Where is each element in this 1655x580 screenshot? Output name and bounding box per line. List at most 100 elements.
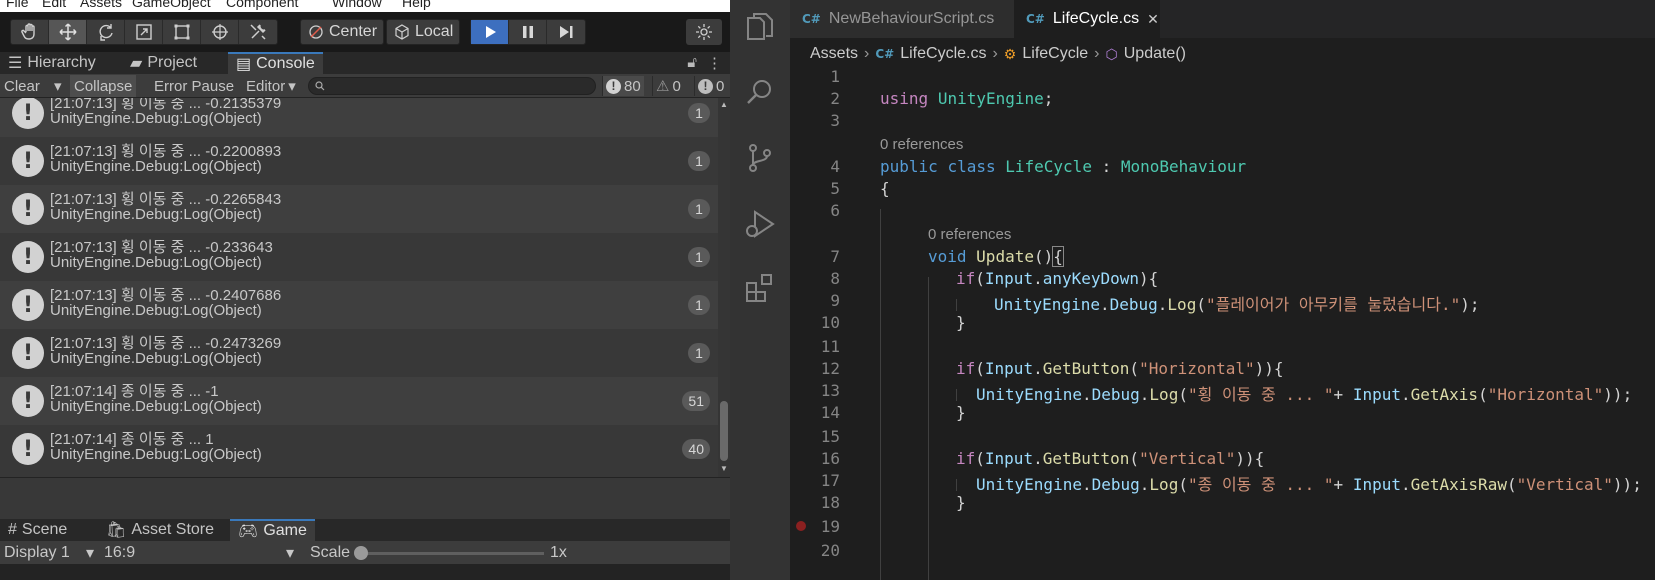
game-view[interactable] <box>0 565 730 580</box>
menu-assets[interactable]: Assets <box>80 0 122 10</box>
pivot-space-toggle[interactable]: Local <box>386 19 461 45</box>
scrollbar-thumb[interactable] <box>720 401 728 461</box>
source-control-button[interactable] <box>740 138 780 178</box>
space-label: Local <box>415 23 454 40</box>
hand-tool-button[interactable] <box>11 20 49 44</box>
breadcrumb-method[interactable]: Update() <box>1124 45 1186 63</box>
breadcrumb-assets[interactable]: Assets <box>810 45 858 63</box>
console-detail-pane <box>0 477 730 517</box>
list-item[interactable]: ! [21:07:13] 횡 이동 중 ... -0.2200893 Unity… <box>0 137 718 185</box>
move-tool-button[interactable] <box>49 20 87 44</box>
editor-dropdown[interactable]: Editor ▾ <box>242 75 300 97</box>
scroll-down-icon[interactable]: ▼ <box>720 464 728 473</box>
tab-project[interactable]: ▰ Project <box>122 52 205 74</box>
warning-count-toggle[interactable]: ⚠ 0 <box>652 76 684 96</box>
breadcrumb-file[interactable]: LifeCycle.cs <box>900 45 986 63</box>
list-item[interactable]: ! [21:07:13] 횡 이동 중 ... -0.2473269 Unity… <box>0 329 718 377</box>
display-select[interactable]: Display 1 ▾ <box>0 542 98 564</box>
playmode-controls <box>470 19 586 45</box>
menu-file[interactable]: File <box>6 0 29 10</box>
scale-slider-track[interactable] <box>358 552 544 555</box>
explorer-button[interactable] <box>740 6 780 46</box>
collapse-toggle[interactable]: Collapse <box>70 75 137 97</box>
tab-hierarchy[interactable]: ☰ Hierarchy <box>0 52 104 74</box>
list-item[interactable]: ! [21:07:14] 종 이동 중 ... -1 UnityEngine.D… <box>0 377 718 425</box>
menu-edit[interactable]: Edit <box>42 0 66 10</box>
indent-guide <box>880 209 881 580</box>
clear-options-dropdown[interactable]: ▾ <box>50 75 66 97</box>
log-count-toggle[interactable]: ! 80 <box>602 76 644 96</box>
rotate-tool-button[interactable] <box>87 20 125 44</box>
close-icon[interactable]: ✕ <box>1147 11 1159 28</box>
play-button[interactable] <box>471 20 509 44</box>
tab-game[interactable]: 🎮︎ Game <box>230 519 315 541</box>
run-debug-button[interactable] <box>740 204 780 244</box>
lock-icon[interactable]: 🔓︎ <box>687 54 697 72</box>
list-item[interactable]: ! [21:07:13] 횡 이동 중 ... -0.2407686 Unity… <box>0 281 718 329</box>
line-number: 3 <box>830 111 840 130</box>
custom-tool-button[interactable] <box>239 20 277 44</box>
tab-console[interactable]: ▤ Console <box>228 52 323 74</box>
gamepad-icon: 🎮︎ <box>238 523 259 540</box>
console-scrollbar[interactable]: ▲ ▼ <box>718 98 730 477</box>
list-item[interactable]: ! [21:07:14] 종 이동 중 ... 1 UnityEngine.De… <box>0 425 718 473</box>
codelens-references[interactable]: 0 references <box>928 226 1011 243</box>
step-button[interactable] <box>547 20 585 44</box>
collapse-count-badge: 1 <box>688 103 710 123</box>
line-number: 14 <box>820 403 840 422</box>
tab-hierarchy-label: Hierarchy <box>27 54 96 71</box>
line-number: 1 <box>830 67 840 86</box>
pause-button[interactable] <box>509 20 547 44</box>
codelens-references[interactable]: 0 references <box>880 136 963 153</box>
menu-gameobject[interactable]: GameObject <box>132 0 211 10</box>
scroll-up-icon[interactable]: ▲ <box>720 100 728 109</box>
code-editor[interactable]: 1 2 3 4 5 6 7 8 9 10 11 12 13 14 15 16 1… <box>790 67 1655 580</box>
error-pause-toggle[interactable]: Error Pause <box>150 75 238 97</box>
tab-asset-store[interactable]: 🛍︎ Asset Store <box>98 519 222 541</box>
method-icon: ⬡ <box>1105 45 1118 62</box>
code-line-10: } <box>956 313 966 332</box>
tab-scene[interactable]: # Scene <box>0 519 75 541</box>
files-icon <box>747 13 773 40</box>
log-count: 80 <box>624 77 641 95</box>
display-value: Display 1 <box>4 544 70 561</box>
menu-window[interactable]: Window <box>332 0 382 10</box>
error-count-toggle[interactable]: ! 0 <box>694 76 727 96</box>
line-number: 12 <box>820 359 840 378</box>
console-search-input[interactable] <box>308 77 596 95</box>
line-number: 7 <box>830 247 840 266</box>
csharp-file-icon: C# <box>802 12 821 26</box>
scale-tool-button[interactable] <box>125 20 163 44</box>
info-icon: ! <box>12 337 44 369</box>
code-line-16: if(Input.GetButton("Vertical")){ <box>956 449 1265 468</box>
scale-label: Scale <box>310 544 351 561</box>
aspect-select[interactable]: 16:9 ▾ <box>100 542 298 564</box>
clear-label: Clear <box>4 77 40 95</box>
breadcrumb-class[interactable]: LifeCycle <box>1022 45 1088 63</box>
info-icon: ! <box>12 241 44 273</box>
search-button[interactable] <box>740 72 780 112</box>
list-item[interactable]: ! [21:07:13] 횡 이동 중 ... -0.2135379 Unity… <box>0 98 718 137</box>
code-line-9: UnityEngine.Debug.Log("플레이어가 아무키를 눌렀습니다.… <box>994 295 1480 314</box>
tab-newbehaviourscript[interactable]: C# NewBehaviourScript.cs <box>790 0 1014 38</box>
tab-scene-label: Scene <box>21 521 68 538</box>
pivot-center-toggle[interactable]: Center <box>300 19 385 45</box>
line-number: 9 <box>830 291 840 310</box>
console-log-list[interactable]: ! [21:07:13] 횡 이동 중 ... -0.2135379 Unity… <box>0 98 730 477</box>
menu-help[interactable]: Help <box>402 0 431 10</box>
transform-tool-button[interactable] <box>201 20 239 44</box>
settings-button[interactable] <box>686 19 722 45</box>
scale-slider-handle[interactable] <box>354 546 368 560</box>
extensions-button[interactable] <box>740 268 780 308</box>
clear-button[interactable]: Clear <box>0 75 44 97</box>
rect-tool-button[interactable] <box>163 20 201 44</box>
menu-component[interactable]: Component <box>226 0 298 10</box>
list-item[interactable]: ! [21:07:13] 횡 이동 중 ... -0.2265843 Unity… <box>0 185 718 233</box>
list-item[interactable]: ! [21:07:13] 횡 이동 중 ... -0.233643 UnityE… <box>0 233 718 281</box>
search-icon <box>315 81 325 91</box>
info-icon: ! <box>12 98 44 129</box>
tab-lifecycle[interactable]: C# LifeCycle.cs ✕ <box>1014 0 1160 38</box>
more-options-icon[interactable]: ⋮ <box>707 54 722 72</box>
run-debug-icon <box>746 210 775 238</box>
rotate-icon <box>99 24 113 41</box>
